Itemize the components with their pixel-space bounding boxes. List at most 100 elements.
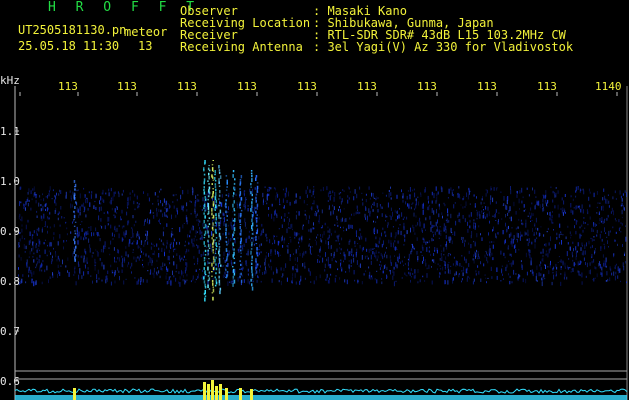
meteor-echo-segment xyxy=(207,213,209,215)
noise-speckle xyxy=(464,239,466,243)
noise-speckle xyxy=(245,227,247,229)
meteor-echo-segment xyxy=(232,245,235,247)
spectrum-peak xyxy=(73,388,76,400)
noise-speckle xyxy=(70,197,72,202)
noise-speckle xyxy=(309,249,311,254)
noise-speckle xyxy=(571,251,573,255)
noise-speckle xyxy=(99,238,101,242)
noise-speckle xyxy=(557,190,559,194)
noise-speckle xyxy=(28,240,30,245)
noise-speckle xyxy=(625,260,627,264)
noise-speckle xyxy=(341,268,343,272)
noise-speckle xyxy=(539,204,541,209)
meteor-echo-segment xyxy=(207,284,209,288)
noise-speckle xyxy=(339,277,341,280)
noise-speckle xyxy=(173,205,175,209)
noise-speckle xyxy=(411,203,413,205)
noise-speckle xyxy=(45,196,47,198)
noise-speckle xyxy=(321,209,323,214)
noise-speckle xyxy=(182,279,184,282)
noise-speckle xyxy=(264,271,266,275)
noise-speckle xyxy=(527,229,529,235)
noise-speckle xyxy=(103,199,105,203)
noise-speckle xyxy=(199,268,201,271)
noise-speckle xyxy=(336,215,338,219)
spectrum-peak xyxy=(225,388,228,400)
meteor-echo-segment xyxy=(218,198,220,200)
noise-speckle xyxy=(450,253,451,256)
noise-speckle xyxy=(211,231,213,236)
noise-speckle xyxy=(340,262,341,267)
noise-speckle xyxy=(266,239,268,242)
noise-speckle xyxy=(288,226,290,229)
meteor-echo-segment xyxy=(232,242,234,246)
noise-speckle xyxy=(45,202,47,206)
noise-speckle xyxy=(328,234,330,239)
noise-speckle xyxy=(492,244,494,249)
noise-speckle xyxy=(81,204,83,207)
noise-speckle xyxy=(228,206,229,210)
noise-speckle xyxy=(414,192,416,198)
noise-speckle xyxy=(348,260,350,262)
noise-speckle xyxy=(46,207,48,212)
meteor-echo-segment xyxy=(207,198,209,201)
noise-speckle xyxy=(619,268,621,273)
noise-speckle xyxy=(67,270,68,273)
meteor-echo-segment xyxy=(208,176,210,180)
noise-speckle xyxy=(120,218,122,221)
noise-speckle xyxy=(290,224,292,228)
noise-speckle xyxy=(530,270,532,272)
meteor-echo-segment xyxy=(250,208,252,212)
meteor-echo-segment xyxy=(256,191,259,193)
noise-speckle xyxy=(49,226,51,229)
noise-speckle xyxy=(477,257,479,260)
noise-speckle xyxy=(18,281,20,285)
meteor-echo-segment xyxy=(251,269,253,274)
noise-speckle xyxy=(110,224,112,229)
noise-speckle xyxy=(128,239,130,244)
noise-speckle xyxy=(466,277,468,282)
noise-speckle xyxy=(529,254,531,259)
noise-speckle xyxy=(282,245,284,248)
noise-speckle xyxy=(98,232,99,236)
noise-speckle xyxy=(412,273,414,275)
noise-speckle xyxy=(243,279,245,283)
noise-speckle xyxy=(580,189,582,191)
noise-speckle xyxy=(383,265,385,269)
meteor-echo-segment xyxy=(255,235,257,239)
noise-speckle xyxy=(586,209,588,211)
noise-speckle xyxy=(132,233,134,238)
noise-speckle xyxy=(507,247,509,250)
noise-speckle xyxy=(376,279,378,284)
noise-speckle xyxy=(342,189,344,191)
noise-speckle xyxy=(485,206,487,210)
noise-speckle xyxy=(598,222,600,224)
noise-speckle xyxy=(288,191,289,197)
meteor-echo-segment xyxy=(218,275,220,279)
noise-speckle xyxy=(44,204,46,207)
noise-speckle xyxy=(129,192,131,195)
noise-speckle xyxy=(447,280,449,285)
noise-speckle xyxy=(197,194,199,196)
noise-speckle xyxy=(510,253,512,257)
noise-speckle xyxy=(526,187,528,190)
noise-speckle xyxy=(84,248,86,253)
noise-speckle xyxy=(132,215,134,219)
noise-speckle xyxy=(448,220,450,223)
noise-speckle xyxy=(582,229,584,233)
noise-speckle xyxy=(50,252,52,255)
noise-speckle xyxy=(434,262,436,264)
meteor-echo-segment xyxy=(239,203,241,207)
noise-speckle xyxy=(52,189,54,192)
noise-speckle xyxy=(462,206,464,209)
noise-speckle xyxy=(299,196,301,200)
noise-speckle xyxy=(572,210,574,215)
noise-speckle xyxy=(430,253,431,256)
noise-speckle xyxy=(131,262,133,267)
noise-speckle xyxy=(462,240,464,244)
spectrum-line xyxy=(14,388,628,394)
noise-speckle xyxy=(298,245,300,248)
noise-speckle xyxy=(521,234,523,237)
noise-speckle xyxy=(28,266,30,271)
noise-speckle xyxy=(459,218,461,224)
